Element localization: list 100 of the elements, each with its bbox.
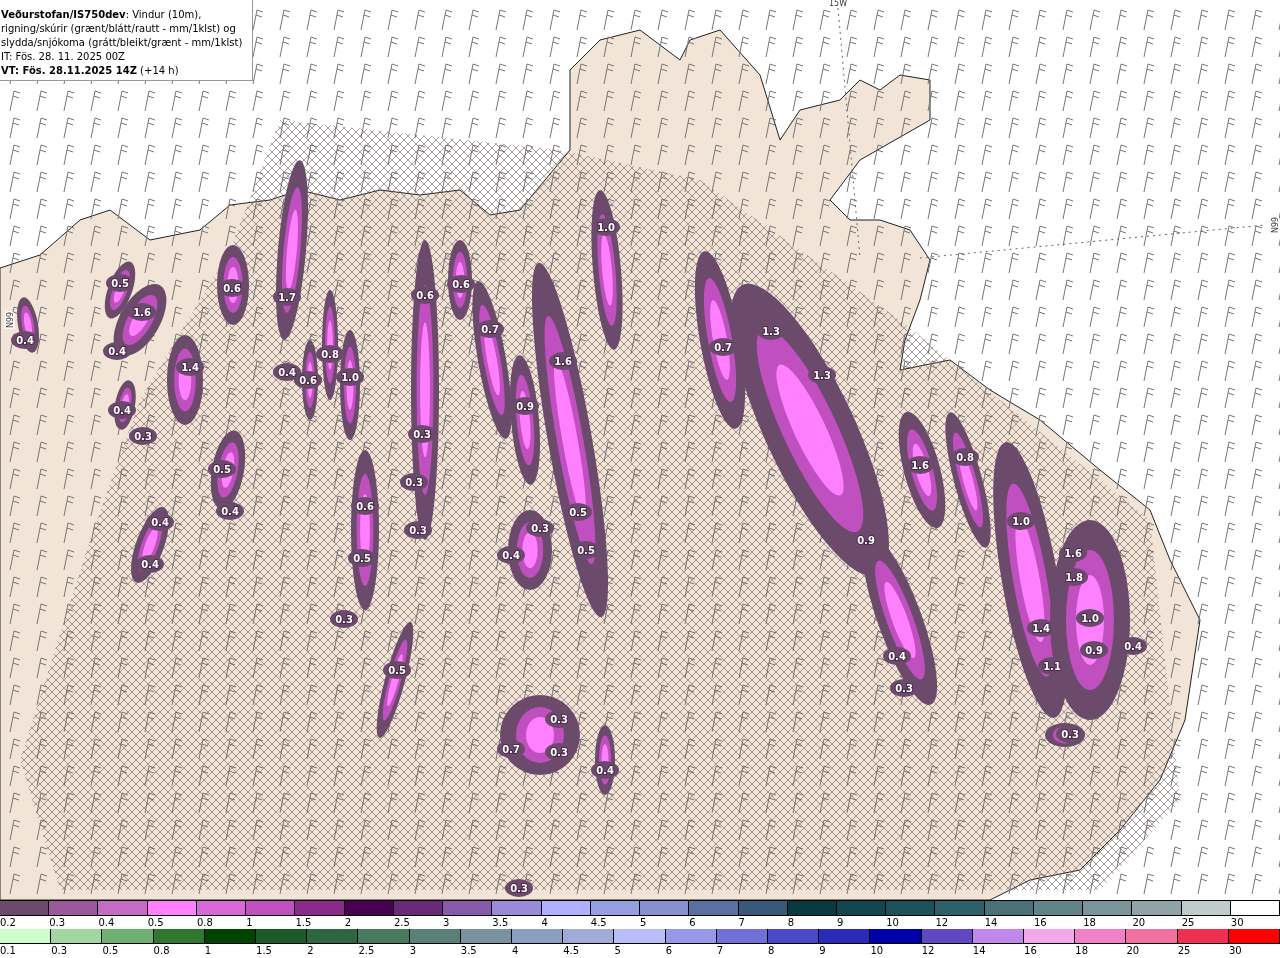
scale-label: 5 [614,945,621,956]
scale-label: 16 [1033,917,1047,928]
value-label: 0.3 [405,477,423,488]
value-label: 0.6 [356,501,374,512]
scale-label: 30 [1230,917,1244,928]
scale-label: 3 [443,917,450,928]
value-label: 0.4 [151,517,169,528]
value-label: 0.3 [510,883,528,894]
value-label: 0.7 [481,324,499,335]
value-label: 0.4 [16,335,34,346]
scale-label: 12 [921,945,935,956]
value-label: 1.4 [1032,623,1050,634]
grid-label: 66N [1269,216,1278,234]
scale-label: 2 [307,945,314,956]
scale-label: 18 [1083,917,1096,928]
value-label: 0.4 [113,405,131,416]
value-label: 1.3 [813,370,831,381]
value-label: 0.4 [1124,641,1142,652]
scale-label: 1 [246,917,253,928]
value-label: 1.6 [1064,548,1082,559]
value-label: 0.3 [550,714,568,725]
value-label: 1.6 [911,460,929,471]
scale-label: 10 [886,917,899,928]
value-label: 0.4 [596,765,614,776]
value-label: 0.3 [531,523,549,534]
scale-label: 3 [409,945,416,956]
scale-label: 30 [1228,945,1242,956]
scale-label: 0.3 [51,945,68,956]
value-label: 0.6 [452,279,470,290]
chart-title: Veðurstofan/IS750dev: Vindur (10m), rigning/skúrir (grænt/blátt/rautt - mm/1klst) og slydda/snjókoma (grátt/bleikt/grænt - mm/1klst) [1,8,244,50]
scale-label: 0.5 [147,917,164,928]
scale-label: 16 [1024,945,1037,956]
scale-label: 2.5 [393,917,410,928]
value-label: 0.9 [857,535,875,546]
scale-label: 8 [768,945,775,956]
scale-label: 18 [1075,945,1088,956]
scale-label: 4 [512,945,519,956]
value-label: 0.5 [353,553,371,564]
value-label: 0.5 [577,545,595,556]
value-label: 0.7 [714,342,732,353]
value-label: 0.3 [409,525,427,536]
value-label: 0.3 [413,429,431,440]
scale-label: 7 [716,945,724,956]
scale-label: 14 [972,945,986,956]
value-label: 0.8 [321,349,339,360]
valid-time: VT: Fös. 28.11.2025 14Z (+14 h) [1,64,180,78]
scale-label: 4.5 [563,945,580,956]
value-label: 0.8 [956,452,974,463]
scale-label: 1.5 [256,945,272,956]
value-label: 0.5 [111,278,129,289]
scale-label: 14 [984,917,998,928]
scale-label: 20 [1132,917,1146,928]
value-label: 1.7 [278,292,296,303]
value-label: 0.3 [895,683,913,694]
init-time: IT: Fös. 28. 11. 2025 00Z [1,50,126,64]
value-label: 1.0 [1012,516,1030,527]
scale-label: 4.5 [590,917,607,928]
value-label: 0.6 [299,375,317,386]
scale-label: 3.5 [492,917,509,928]
scale-label: 0.8 [153,945,170,956]
scale-label: 4 [541,917,548,928]
grid-label: 66N [4,311,13,329]
value-label: 0.5 [388,665,406,676]
scale-label: 0.1 [0,945,16,956]
scale-label: 7 [738,917,745,928]
scale-label: 12 [935,917,949,928]
value-label: 0.4 [502,550,520,561]
value-label: 0.5 [569,507,587,518]
scale-label: 2.5 [358,945,375,956]
scale-label: 1 [204,945,212,956]
value-label: 0.3 [134,431,152,442]
value-label: 1.0 [341,372,359,383]
scale-label: 2 [344,917,351,928]
scale-label: 0.8 [196,917,213,928]
value-label: 0.4 [278,367,296,378]
value-label: 0.4 [221,506,239,517]
scale-label: 0.3 [49,917,66,928]
value-label: 1.6 [133,307,151,318]
scale-label: 10 [870,945,884,956]
grid-label: 15W [828,0,848,8]
scale-label: 6 [665,945,672,956]
scale-label: 5 [640,917,647,928]
scale-label: 25 [1177,945,1191,956]
value-label: 1.4 [181,362,199,373]
scale-label: 0.2 [0,917,16,928]
value-label: 1.3 [762,326,780,337]
scale-label: 0.4 [98,917,115,928]
value-label: 0.5 [213,464,231,475]
value-label: 0.6 [223,283,241,294]
value-label: 0.3 [550,747,568,758]
scale-label: 1.5 [295,917,312,928]
value-label: 0.7 [502,744,520,755]
scale-label: 25 [1181,917,1195,928]
value-label: 1.0 [597,222,615,233]
scale-label: 9 [837,917,844,928]
scale-label: 6 [689,917,696,928]
scale-label: 9 [819,945,826,956]
value-label: 0.4 [141,559,159,570]
value-label: 1.1 [1043,661,1061,672]
scale-label: 20 [1126,945,1140,956]
